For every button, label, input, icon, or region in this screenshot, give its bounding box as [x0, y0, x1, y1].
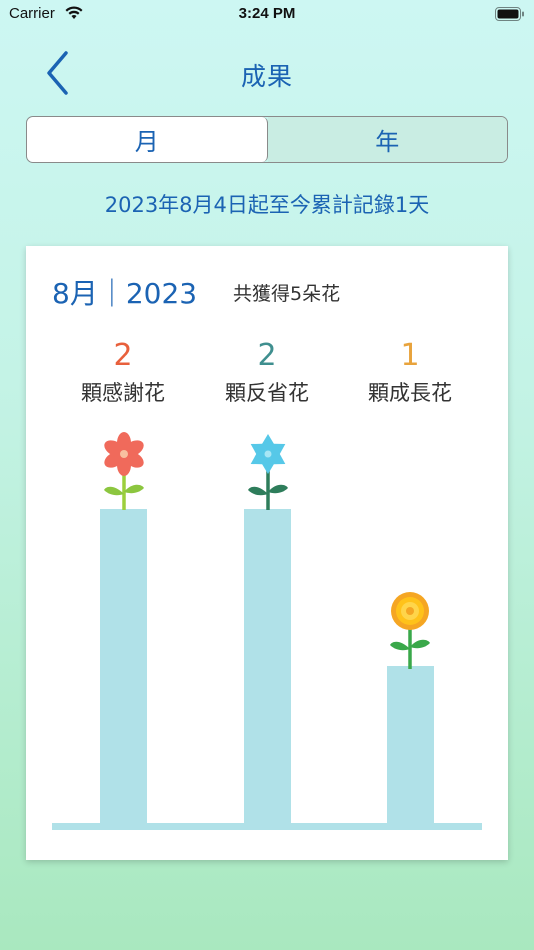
label-growth: 顆成長花	[368, 381, 452, 405]
label-gratitude: 顆感謝花	[81, 381, 165, 405]
count-growth: 1	[400, 338, 420, 373]
period-label: 8月｜2023	[52, 277, 198, 310]
bar-reflection	[244, 509, 291, 827]
chart-baseline	[52, 823, 482, 830]
record-summary: 2023年8月4日起至今累計記錄1天	[104, 193, 430, 217]
battery-icon	[495, 7, 524, 21]
period-segmented-control: 月 年	[26, 116, 508, 163]
status-bar: Carrier 3:24 PM	[0, 0, 534, 30]
red-flower-icon	[104, 432, 144, 510]
count-reflection: 2	[257, 338, 277, 373]
yellow-flower-icon	[390, 592, 430, 669]
page-title: 成果	[240, 62, 293, 91]
flower-stats-card: 8月｜2023 共獲得5朵花 2 顆感謝花 2 顆反省花 1 顆成長花	[26, 246, 508, 860]
segment-year[interactable]: 年	[267, 117, 507, 162]
segment-month[interactable]: 月	[27, 117, 268, 162]
label-reflection: 顆反省花	[225, 381, 309, 405]
bar-growth	[387, 666, 434, 827]
bar-gratitude	[100, 509, 147, 827]
total-flowers-label: 共獲得5朵花	[233, 283, 341, 305]
status-time: 3:24 PM	[238, 5, 296, 22]
blue-flower-icon	[248, 434, 288, 510]
count-gratitude: 2	[113, 338, 133, 373]
